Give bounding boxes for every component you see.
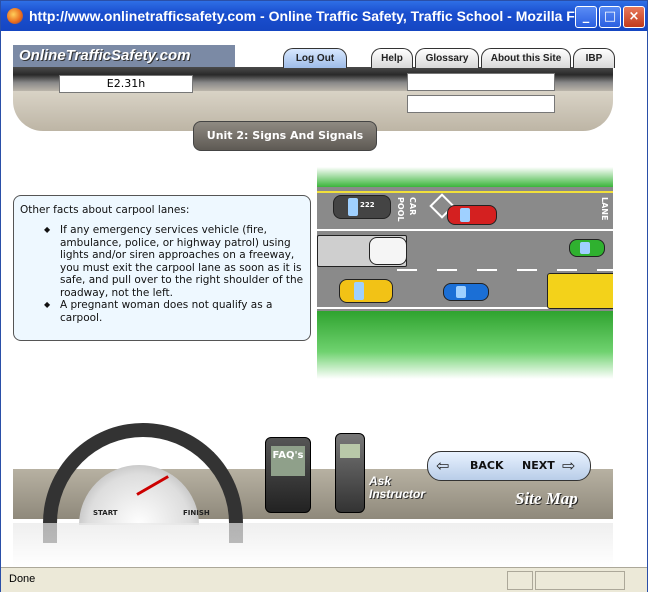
dashboard-bottom: START FINISH FAQ's Ask Instructor ⇦ BACK…	[13, 423, 613, 543]
dashboard-header: OnlineTrafficSafety.com Log Out Help Glo…	[13, 45, 615, 151]
close-icon: ×	[628, 9, 640, 24]
gauge-finish: FINISH	[183, 509, 210, 517]
truck-cab	[369, 237, 407, 265]
status-cell	[507, 571, 533, 590]
firefox-icon	[7, 8, 23, 24]
instructor-label: Instructor	[369, 487, 426, 501]
police-badge: 222	[360, 201, 375, 209]
grass-top	[317, 167, 613, 187]
lane-dash	[597, 269, 613, 271]
lane-dash	[517, 269, 537, 271]
status-cell	[535, 571, 625, 590]
status-text: Done	[9, 573, 36, 585]
carpool-road-illustration: CAR POOL LANE 222	[317, 167, 613, 379]
list-item: A pregnant woman does not qualify as a c…	[44, 299, 304, 324]
site-map-link[interactable]: Site Map	[515, 489, 578, 509]
tab-ibp[interactable]: IBP	[573, 48, 615, 68]
faq-label: FAQ's	[272, 450, 304, 461]
status-bar: Done	[1, 567, 647, 592]
list-item: If any emergency services vehicle (fire,…	[44, 224, 304, 299]
lane-dash	[397, 269, 417, 271]
minimize-icon: _	[582, 9, 590, 24]
police-car: 222	[333, 195, 391, 219]
site-logo[interactable]: OnlineTrafficSafety.com	[13, 45, 235, 67]
unit-title: Unit 2: Signs And Signals	[193, 121, 377, 151]
lane-text-car: CAR	[408, 197, 417, 216]
red-car	[447, 205, 497, 225]
info-list: If any emergency services vehicle (fire,…	[20, 224, 304, 324]
blue-car	[443, 283, 489, 301]
maximize-button[interactable]: □	[599, 6, 621, 28]
page-content: OnlineTrafficSafety.com Log Out Help Glo…	[5, 31, 643, 567]
nav-control: ⇦ BACK NEXT ⇨	[427, 451, 591, 481]
close-button[interactable]: ×	[623, 6, 645, 28]
faq-button[interactable]: FAQ's	[265, 437, 311, 513]
tab-about[interactable]: About this Site	[481, 48, 571, 68]
info-lead: Other facts about carpool lanes:	[20, 204, 190, 216]
phone-screen	[340, 444, 360, 458]
lane-dash	[477, 269, 497, 271]
maximize-icon: □	[603, 9, 617, 24]
title-bar[interactable]: http://www.onlinetrafficsafety.com - Onl…	[1, 1, 647, 31]
lane-text-lane: LANE	[600, 197, 609, 221]
gauge-start: START	[93, 509, 118, 517]
green-car	[569, 239, 605, 257]
school-bus	[547, 273, 613, 309]
tab-help[interactable]: Help	[371, 48, 413, 68]
lane-dash	[437, 269, 457, 271]
right-field-2	[407, 95, 555, 113]
next-button[interactable]: NEXT	[522, 459, 555, 472]
grass-bottom	[317, 311, 613, 379]
tab-glossary[interactable]: Glossary	[415, 48, 479, 68]
lane-dash	[557, 269, 577, 271]
lane-text-pool: POOL	[396, 197, 405, 222]
logo-text: OnlineTrafficSafety.com	[19, 47, 191, 64]
faded-footer	[13, 523, 613, 567]
yellow-line	[317, 191, 613, 193]
back-arrow-icon[interactable]: ⇦	[436, 457, 449, 475]
info-box: Other facts about carpool lanes: If any …	[13, 195, 311, 341]
carpool-line	[317, 229, 613, 231]
minimize-button[interactable]: _	[575, 6, 597, 28]
tab-log-out[interactable]: Log Out	[283, 48, 347, 68]
phone-icon[interactable]	[335, 433, 365, 513]
window-title: http://www.onlinetrafficsafety.com - Onl…	[29, 8, 591, 24]
yellow-car	[339, 279, 393, 303]
right-field-1	[407, 73, 555, 91]
browser-window: http://www.onlinetrafficsafety.com - Onl…	[0, 0, 648, 592]
ask-instructor-button[interactable]: Ask Instructor	[369, 475, 425, 501]
back-button[interactable]: BACK	[470, 459, 504, 472]
next-arrow-icon[interactable]: ⇨	[562, 457, 575, 475]
section-code: E2.31h	[59, 75, 193, 93]
